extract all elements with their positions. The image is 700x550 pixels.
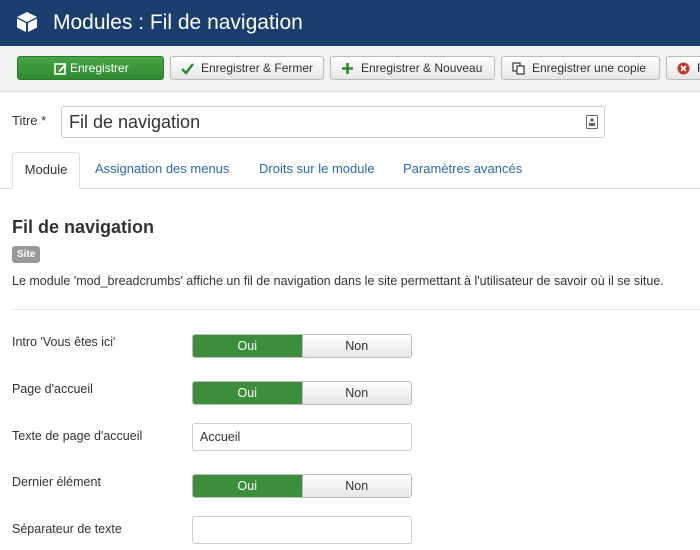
title-input[interactable]: Fil de navigation: [61, 106, 605, 138]
plus-icon: [342, 63, 353, 74]
copy-icon: [512, 62, 525, 75]
save-close-button[interactable]: Enregistrer & Fermer: [170, 56, 324, 80]
divider: [12, 309, 700, 310]
home-no-option[interactable]: Non: [301, 382, 411, 404]
tab-advanced[interactable]: Paramètres avancés: [403, 152, 522, 188]
save-copy-label: Enregistrer une copie: [532, 61, 647, 75]
site-badge: Site: [12, 246, 41, 263]
cube-icon: [17, 12, 37, 32]
module-heading: Fil de navigation: [12, 217, 155, 237]
module-description: Le module 'mod_breadcrumbs' affiche un f…: [12, 274, 664, 288]
save-button[interactable]: Enregistrer: [17, 56, 164, 80]
app-header: Modules : Fil de navigation: [0, 0, 700, 46]
tab-menu-assignment[interactable]: Assignation des menus: [95, 152, 229, 188]
home-toggle: Oui Non: [192, 381, 412, 405]
edit-icon: [54, 63, 67, 75]
close-circle-icon: [677, 62, 690, 75]
home-text-label: Texte de page d'accueil: [12, 429, 143, 443]
title-input-value: Fil de navigation: [69, 112, 201, 132]
last-item-label: Dernier élément: [12, 475, 101, 489]
separator-label: Séparateur de texte: [12, 522, 122, 536]
last-item-no-option[interactable]: Non: [301, 475, 411, 497]
checkmark-icon: [181, 63, 194, 75]
save-new-button[interactable]: Enregistrer & Nouveau: [330, 56, 495, 80]
home-text-input[interactable]: Accueil: [192, 423, 412, 451]
last-item-yes-option[interactable]: Oui: [193, 475, 302, 497]
home-label: Page d'accueil: [12, 382, 93, 396]
tab-module-permissions[interactable]: Droits sur le module: [259, 152, 375, 188]
save-copy-button[interactable]: Enregistrer une copie: [501, 56, 660, 80]
save-close-label: Enregistrer & Fermer: [201, 61, 314, 75]
title-label: Titre *: [12, 113, 47, 128]
home-yes-option[interactable]: Oui: [193, 382, 302, 404]
intro-toggle: Oui Non: [192, 334, 412, 358]
intro-label: Intro 'Vous êtes ici': [12, 335, 116, 349]
last-item-toggle: Oui Non: [192, 474, 412, 498]
intro-no-option[interactable]: Non: [301, 335, 411, 357]
close-button[interactable]: F: [666, 56, 700, 80]
save-new-label: Enregistrer & Nouveau: [361, 61, 483, 75]
tab-module[interactable]: Module: [12, 152, 80, 189]
contact-card-icon: [586, 115, 598, 129]
intro-yes-option[interactable]: Oui: [193, 335, 302, 357]
save-button-label: Enregistrer: [70, 61, 129, 75]
page-title: Modules : Fil de navigation: [53, 11, 303, 34]
toolbar: Enregistrer Enregistrer & Fermer Enregis…: [0, 46, 700, 92]
separator-input[interactable]: [192, 516, 412, 544]
tab-bar: Module Assignation des menus Droits sur …: [0, 152, 700, 189]
